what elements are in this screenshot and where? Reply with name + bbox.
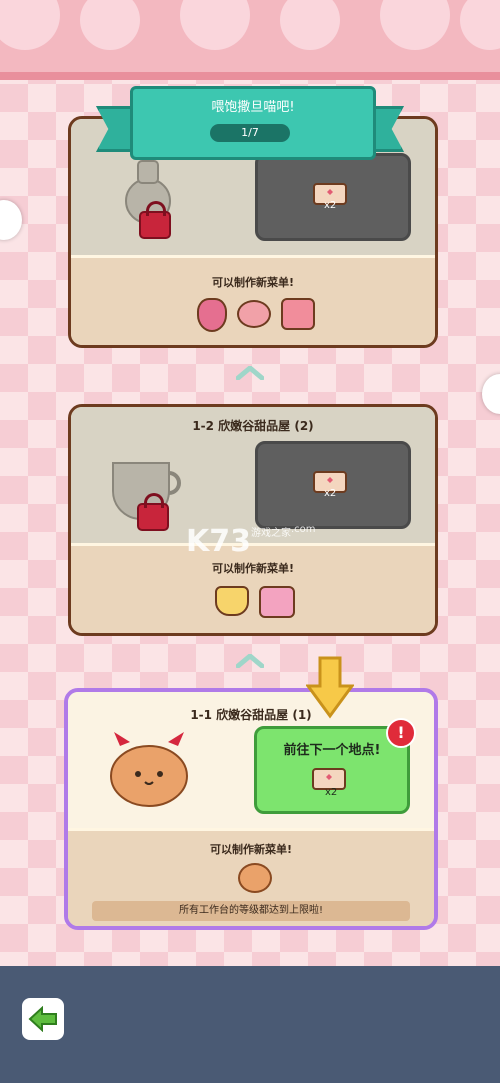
back-arrow-icon [28,1006,57,1032]
watermark: K73游戏之家.com [186,524,316,559]
new-menu-label: 可以制作新菜单! [209,843,293,856]
lock-icon [137,493,169,531]
new-menu-label: 可以制作新菜单! [211,276,295,289]
max-level-notice: 所有工作台的等级都达到上限啦! [92,901,410,921]
stage-title: 1-1 欣嫩谷甜品屋 (1) [190,708,312,722]
alert-badge: ! [386,718,416,748]
page-indicator: 1/7 [210,124,290,142]
title-ribbon: 喂饱撒旦喵吧! 1/7 [90,78,410,170]
page-title: 喂饱撒旦喵吧! [211,100,295,115]
reward-count: x2 [324,200,337,211]
down-arrow-indicator [306,656,354,719]
menu-item-cake-icon [281,298,315,330]
stage-card-1-2[interactable]: 1-2 欣嫩谷甜品屋 (2) x2 可以制作新菜单! [68,404,438,636]
chevron-up-icon [236,654,264,668]
bottom-nav-bar [0,966,500,1083]
menu-item-devil-cookie-icon [238,863,272,893]
stage-title: 1-2 欣嫩谷甜品屋 (2) [192,419,314,433]
chevron-up-icon [236,366,264,380]
devil-cookie-mascot [108,732,190,808]
new-menu-label: 可以制作新菜单! [211,562,295,575]
menu-item-cup-icon [215,586,249,616]
menu-item-cookie-icon [237,300,271,328]
go-next-location-label: 前往下一个地点! [283,743,381,758]
reward-box: x2 [255,441,411,529]
stage-card-1-1[interactable]: 1-1 欣嫩谷甜品屋 (1) 前往下一个地点! x2 ! 可以制作新菜单! 所有… [64,688,438,930]
lock-icon [139,201,171,239]
top-decor-banner [0,0,500,80]
reward-count: x2 [325,787,338,798]
menu-item-potion-icon [197,298,227,332]
reward-count: x2 [324,488,337,499]
back-button[interactable] [22,998,64,1040]
left-side-button[interactable] [0,200,22,240]
menu-item-cake-icon [259,586,295,618]
right-side-button[interactable] [482,374,500,414]
